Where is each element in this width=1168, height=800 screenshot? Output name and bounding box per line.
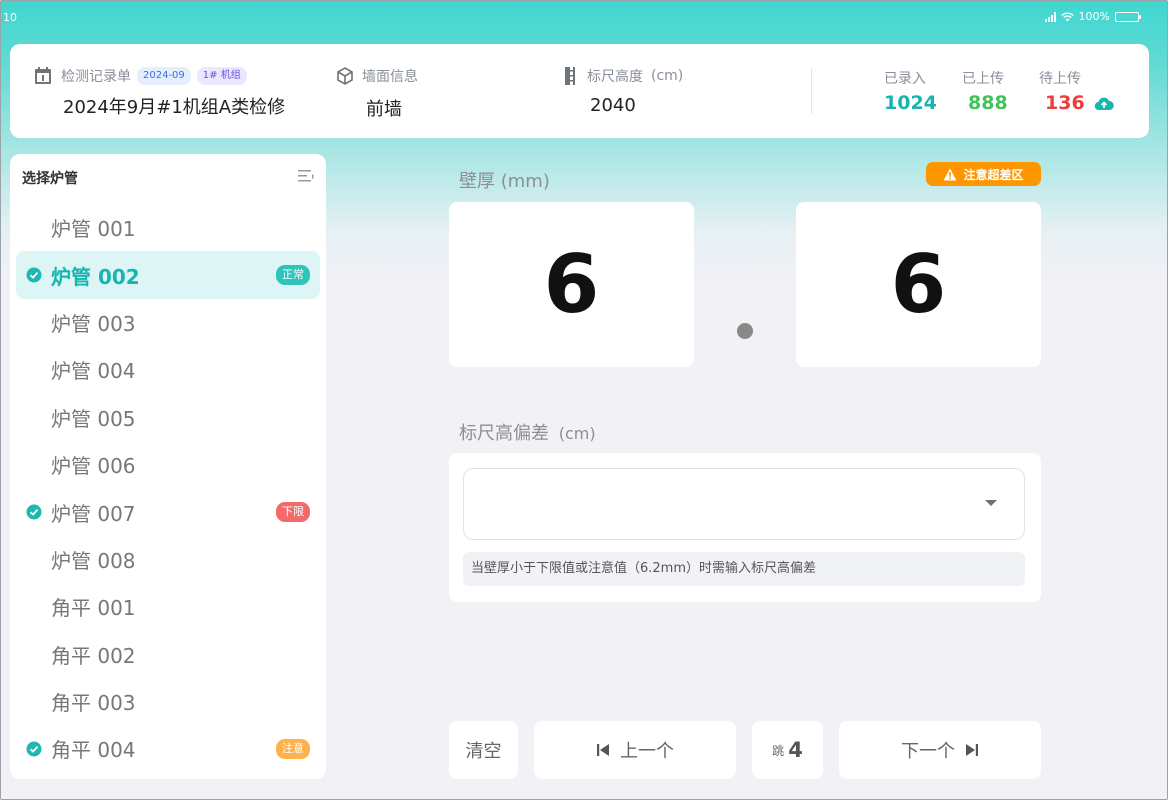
stat-pending-label: 待上传 <box>1039 71 1081 87</box>
next-button-label: 下一个 <box>901 741 955 762</box>
sidebar-item-label: 角平 003 <box>51 691 136 716</box>
thickness-integer-digit[interactable]: 6 <box>449 202 694 367</box>
signal-icon <box>1044 11 1056 22</box>
offset-label: 标尺高偏差 <box>459 423 549 444</box>
list-menu-icon[interactable] <box>298 169 314 183</box>
stat-entered-label: 已录入 <box>884 71 926 87</box>
check-circle-icon <box>26 267 42 283</box>
offset-hint: 当壁厚小于下限值或注意值（6.2mm）时需输入标尺高偏差 <box>463 552 1025 586</box>
sidebar-item-label: 炉管 008 <box>51 548 136 573</box>
sidebar-item[interactable]: 炉管 003 <box>16 299 320 346</box>
jump-value: 4 <box>788 738 803 762</box>
sidebar-item-label: 炉管 003 <box>51 311 136 336</box>
wifi-icon <box>1060 12 1074 21</box>
skip-previous-icon <box>597 744 609 756</box>
prev-button[interactable]: 上一个 <box>534 721 736 779</box>
sidebar-item[interactable]: 炉管 008 <box>16 536 320 583</box>
wall-value: 前墙 <box>366 99 402 120</box>
offset-unit: (cm) <box>558 424 596 443</box>
clear-button[interactable]: 清空 <box>449 721 518 779</box>
app-frame: 10 100% 检测记录单 2024-09 1# 机组 2024年9月#1机组A… <box>0 0 1168 800</box>
jump-prefix: 跳 <box>772 743 785 758</box>
tube-sidebar: 选择炉管 炉管 001 炉管 002 正常 炉管 003 炉管 004 炉管 005 炉管 … <box>10 154 326 779</box>
height-label: 标尺高度 <box>587 69 643 85</box>
sidebar-item-label: 炉管 006 <box>51 454 136 479</box>
sidebar-item[interactable]: 炉管 001 <box>16 204 320 251</box>
sidebar-title: 选择炉管 <box>22 171 78 187</box>
sidebar-item-label: 炉管 001 <box>51 217 136 242</box>
sidebar-item-label: 炉管 002 <box>51 264 140 289</box>
caret-down-icon <box>985 500 997 506</box>
sidebar-item-label: 角平 002 <box>51 643 136 668</box>
record-label: 检测记录单 <box>61 69 131 85</box>
sidebar-item-label: 角平 001 <box>51 596 136 621</box>
status-icons: 100% <box>1044 10 1141 23</box>
wall-label: 墙面信息 <box>362 69 418 85</box>
record-label-row: 检测记录单 2024-09 1# 机组 <box>33 66 247 86</box>
clear-button-label: 清空 <box>465 741 502 762</box>
sidebar-item[interactable]: 炉管 002 正常 <box>16 251 320 299</box>
sidebar-item-label: 炉管 004 <box>51 359 136 384</box>
warning-icon <box>943 168 957 180</box>
header-card: 检测记录单 2024-09 1# 机组 2024年9月#1机组A类检修 墙面信息… <box>10 44 1149 138</box>
sidebar-item[interactable]: 角平 002 <box>16 631 320 678</box>
height-unit: (cm) <box>651 68 684 84</box>
sidebar-item[interactable]: 角平 004 注意 <box>16 725 320 772</box>
stat-uploaded-label: 已上传 <box>962 71 1004 87</box>
header-divider <box>811 68 812 114</box>
decimal-point <box>737 323 753 339</box>
status-badge: 正常 <box>276 265 310 286</box>
ruler-icon <box>565 67 575 85</box>
cloud-upload-icon[interactable] <box>1094 96 1114 112</box>
sidebar-item-label: 炉管 005 <box>51 406 136 431</box>
thickness-unit: (mm) <box>500 171 550 192</box>
prev-button-label: 上一个 <box>620 741 674 762</box>
record-tag-date: 2024-09 <box>137 67 191 85</box>
cube-icon <box>337 67 353 85</box>
check-circle-icon <box>26 504 42 520</box>
check-circle-icon <box>26 741 42 757</box>
record-value: 2024年9月#1机组A类检修 <box>63 97 286 118</box>
battery-icon <box>1115 11 1141 22</box>
calendar-icon <box>35 67 51 84</box>
height-label-row: 标尺高度 (cm) <box>563 66 683 86</box>
stat-uploaded-value: 888 <box>968 92 1008 114</box>
height-value: 2040 <box>590 95 636 116</box>
sidebar-item[interactable]: 炉管 007 下限 <box>16 488 320 535</box>
sidebar-item[interactable]: 炉管 004 <box>16 346 320 393</box>
stat-pending-value: 136 <box>1045 92 1085 114</box>
tolerance-warning-badge: 注意超差区 <box>926 162 1041 186</box>
sidebar-item-label: 炉管 007 <box>51 501 136 526</box>
warning-text: 注意超差区 <box>963 167 1024 182</box>
offset-card: 当壁厚小于下限值或注意值（6.2mm）时需输入标尺高偏差 <box>449 453 1041 602</box>
next-button[interactable]: 下一个 <box>839 721 1041 779</box>
battery-percent: 100% <box>1078 10 1110 23</box>
tube-list: 炉管 001 炉管 002 正常炉管 003 炉管 004 炉管 005 炉管 006 炉管… <box>10 204 326 773</box>
jump-button[interactable]: 跳 4 <box>752 721 823 779</box>
status-time: 10 <box>3 11 17 24</box>
sidebar-item[interactable]: 炉管 006 <box>16 441 320 488</box>
sidebar-item[interactable]: 角平 003 <box>16 678 320 725</box>
thickness-title-row: 壁厚 (mm) <box>459 167 550 193</box>
status-badge: 下限 <box>276 502 310 523</box>
wall-label-row: 墙面信息 <box>336 66 418 86</box>
offset-select[interactable] <box>463 468 1025 540</box>
sidebar-item[interactable]: 角平 001 <box>16 583 320 630</box>
thickness-decimal-digit[interactable]: 6 <box>796 202 1041 367</box>
skip-next-icon <box>966 744 978 756</box>
thickness-label: 壁厚 <box>459 171 495 192</box>
status-bar: 10 100% <box>1 1 1167 35</box>
record-tag-unit: 1# 机组 <box>196 67 247 85</box>
sidebar-item[interactable]: 炉管 005 <box>16 394 320 441</box>
offset-title-row: 标尺高偏差 (cm) <box>459 419 596 445</box>
status-badge: 注意 <box>276 738 310 759</box>
stat-entered-value: 1024 <box>884 92 937 114</box>
sidebar-item-label: 角平 004 <box>51 738 136 763</box>
